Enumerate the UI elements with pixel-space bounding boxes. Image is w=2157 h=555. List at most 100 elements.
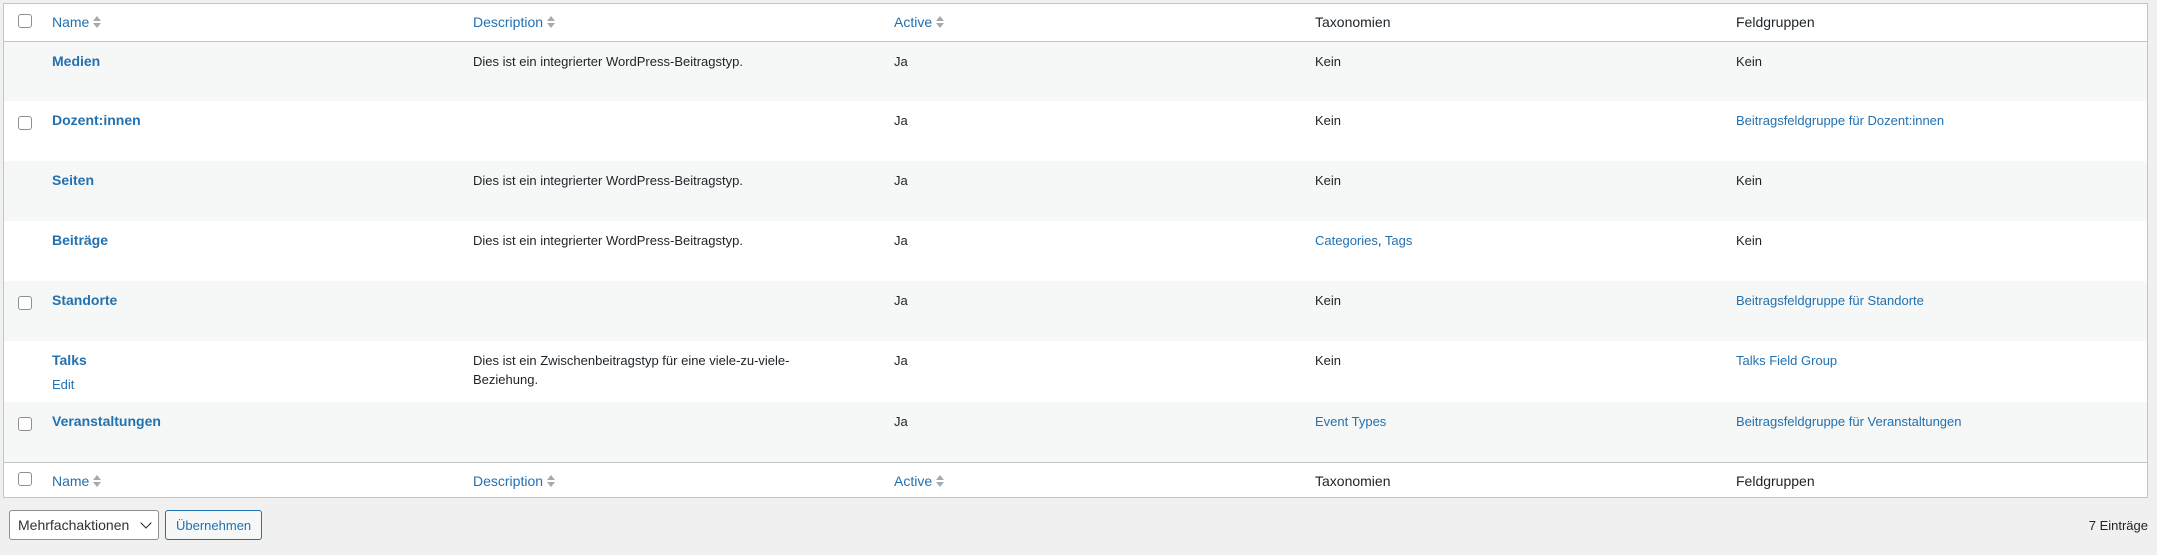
taxonomy-none: Kein <box>1315 53 1342 69</box>
column-label: Active <box>894 14 933 31</box>
field-group-link[interactable]: Beitragsfeldgruppe für Standorte <box>1736 293 1924 308</box>
name-cell: Seiten <box>44 161 465 221</box>
description-cell <box>465 281 886 341</box>
column-header-description[interactable]: Description <box>465 4 886 42</box>
field-group-link[interactable]: Talks Field Group <box>1736 353 1837 368</box>
column-footer-active[interactable]: Active <box>886 461 1307 499</box>
sort-by-active-link[interactable]: Active <box>894 472 945 489</box>
sort-arrows-icon <box>936 15 945 29</box>
field-groups-cell: Kein <box>1728 221 2147 281</box>
description-cell <box>465 101 886 161</box>
post-type-name-link[interactable]: Beiträge <box>52 231 457 250</box>
post-type-name-link[interactable]: Dozent:innen <box>52 111 457 130</box>
post-type-name-link[interactable]: Standorte <box>52 291 457 310</box>
column-footer-field-groups: Feldgruppen <box>1728 461 2147 499</box>
bottom-tablenav: Mehrfachaktionen Übernehmen 7 Einträge <box>9 510 2148 540</box>
table-row: Veranstaltungen Ja Event Types Beitragsfeld… <box>4 402 2147 462</box>
table-row: Medien Dies ist ein integrierter WordPres… <box>4 41 2147 101</box>
taxonomy-link[interactable]: Categories <box>1315 233 1378 248</box>
active-cell: Ja <box>894 293 908 308</box>
taxonomy-link[interactable]: Tags <box>1385 233 1412 248</box>
table-row: Standorte Ja Kein Beitragsfeldgruppe für St… <box>4 281 2147 341</box>
sort-arrows-icon <box>93 15 102 29</box>
taxonomy-none: Kein <box>1315 113 1342 128</box>
column-footer-description[interactable]: Description <box>465 461 886 499</box>
name-cell: Veranstaltungen <box>44 402 465 462</box>
taxonomies-cell: Categories, Tags <box>1307 221 1728 281</box>
active-cell: Ja <box>894 113 908 128</box>
bulk-actions-selected: Mehrfachaktionen <box>18 517 130 533</box>
row-checkbox[interactable] <box>18 417 32 431</box>
post-type-name-link[interactable]: Veranstaltungen <box>52 412 457 431</box>
bulk-actions-select[interactable]: Mehrfachaktionen <box>9 510 159 540</box>
active-cell: Ja <box>894 353 908 368</box>
post-types-table-container: Name Description Active Taxonomien Feldg… <box>3 3 2148 499</box>
taxonomies-cell: Kein <box>1307 41 1728 101</box>
taxonomies-cell: Kein <box>1307 161 1728 221</box>
active-cell: Ja <box>894 173 908 188</box>
field-group-none: Kein <box>1736 233 1763 248</box>
sort-by-name-link[interactable]: Name <box>52 14 102 31</box>
field-group-link[interactable]: Beitragsfeldgruppe für Dozent:innen <box>1736 113 1944 128</box>
table-header-row: Name Description Active Taxonomien Feldg… <box>4 4 2147 42</box>
post-type-name-link[interactable]: Seiten <box>52 171 457 190</box>
description-cell: Dies ist ein Zwischenbeitragstyp für ein… <box>465 341 886 402</box>
table-row: Dozent:innen Ja Kein Beitragsfeldgruppe für… <box>4 101 2147 161</box>
taxonomies-cell: Kein <box>1307 101 1728 161</box>
column-header-active[interactable]: Active <box>886 4 1307 42</box>
name-cell: Medien <box>44 41 465 101</box>
column-header-name[interactable]: Name <box>44 4 465 42</box>
description-cell: Dies ist ein integrierter WordPress-Beit… <box>465 161 886 221</box>
column-label: Description <box>473 472 544 489</box>
name-cell: Beiträge <box>44 221 465 281</box>
post-type-description: Dies ist ein Zwischenbeitragstyp für ein… <box>473 353 790 387</box>
row-checkbox-cell <box>4 221 44 281</box>
column-label: Description <box>473 14 544 31</box>
sort-by-description-link[interactable]: Description <box>473 14 556 31</box>
select-all-checkbox[interactable] <box>18 13 32 28</box>
field-groups-cell: Beitragsfeldgruppe für Veranstaltungen <box>1728 402 2147 462</box>
taxonomy-none: Kein <box>1315 293 1342 308</box>
post-type-description: Dies ist ein integrierter WordPress-Beit… <box>473 173 743 188</box>
table-row: Talks Edit Dies ist ein Zwischenbeitragsty… <box>4 341 2147 402</box>
field-groups-cell: Kein <box>1728 41 2147 101</box>
column-header-field-groups: Feldgruppen <box>1728 4 2147 42</box>
apply-button[interactable]: Übernehmen <box>165 510 263 540</box>
row-checkbox-cell <box>4 41 44 101</box>
select-all-cell <box>4 4 44 42</box>
row-checkbox-cell <box>4 341 44 402</box>
chevron-down-icon <box>140 517 152 529</box>
table-footer-row: Name Description Active Taxonomien Feldg… <box>4 461 2147 499</box>
description-cell <box>465 402 886 462</box>
sort-arrows-icon <box>547 15 556 29</box>
edit-link[interactable]: Edit <box>52 375 457 394</box>
column-footer-name[interactable]: Name <box>44 461 465 499</box>
column-label: Name <box>52 14 90 31</box>
field-groups-cell: Kein <box>1728 161 2147 221</box>
taxonomy-link[interactable]: Event Types <box>1315 414 1386 429</box>
sort-by-description-link[interactable]: Description <box>473 472 556 489</box>
taxonomies-cell: Event Types <box>1307 402 1728 462</box>
field-group-none: Kein <box>1736 173 1763 188</box>
field-group-link[interactable]: Beitragsfeldgruppe für Veranstaltungen <box>1736 414 1962 429</box>
row-checkbox[interactable] <box>18 116 32 130</box>
field-groups-cell: Beitragsfeldgruppe für Dozent:innen <box>1728 101 2147 161</box>
column-label: Active <box>894 472 933 489</box>
table-body: Medien Dies ist ein integrierter WordPres… <box>4 41 2147 462</box>
sort-by-active-link[interactable]: Active <box>894 14 945 31</box>
post-type-description: Dies ist ein integrierter WordPress-Beit… <box>473 233 743 248</box>
sort-by-name-link[interactable]: Name <box>52 473 102 489</box>
post-type-description: Dies ist ein integrierter WordPress-Beit… <box>473 53 743 69</box>
field-groups-cell: Beitragsfeldgruppe für Standorte <box>1728 281 2147 341</box>
field-group-none: Kein <box>1736 53 1763 69</box>
post-type-name-link[interactable]: Medien <box>52 52 457 71</box>
description-cell: Dies ist ein integrierter WordPress-Beit… <box>465 221 886 281</box>
item-count: 7 Einträge <box>2088 517 2148 533</box>
row-checkbox[interactable] <box>18 296 32 310</box>
sort-arrows-icon <box>936 474 945 488</box>
taxonomy-none: Kein <box>1315 173 1342 188</box>
column-footer-taxonomies: Taxonomien <box>1307 461 1728 499</box>
row-checkbox-cell <box>4 161 44 221</box>
select-all-checkbox-footer[interactable] <box>18 472 32 487</box>
post-type-name-link[interactable]: Talks <box>52 351 457 370</box>
